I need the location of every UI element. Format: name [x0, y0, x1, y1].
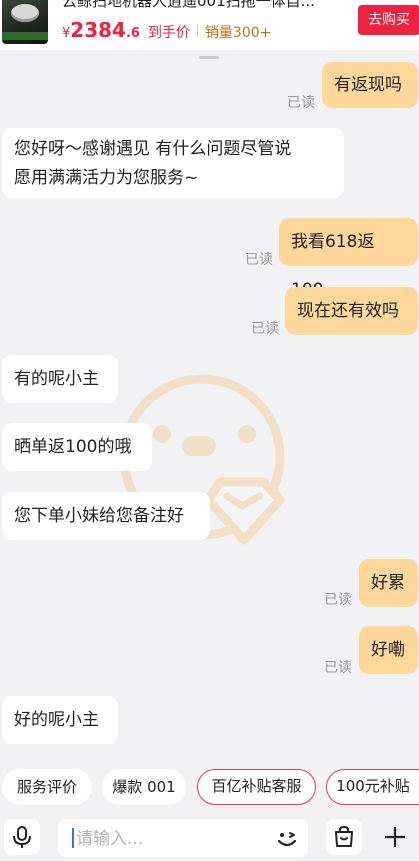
- microphone-icon: [13, 826, 31, 848]
- message-bubble-incoming[interactable]: 好的呢小主: [2, 696, 118, 744]
- message-bubble-outgoing[interactable]: 好累: [359, 559, 418, 607]
- voice-button[interactable]: [4, 819, 40, 855]
- product-price-row: ¥ 2384 .6 到手价 销量300+: [62, 18, 271, 42]
- emoji-wink-icon[interactable]: [274, 825, 300, 851]
- message-bubble-outgoing[interactable]: 好嘞: [359, 626, 418, 674]
- message-bubble-incoming[interactable]: 晒单返100的哦: [2, 423, 152, 471]
- plus-icon: [385, 827, 405, 847]
- quick-reply-chip[interactable]: 爆款 001: [102, 769, 186, 805]
- price-integer: 2384: [70, 18, 126, 42]
- price-currency: ¥: [62, 26, 71, 41]
- order-button[interactable]: [326, 819, 362, 855]
- message-line: 您好呀～感谢遇见 有什么问题尽管说: [14, 139, 292, 159]
- message-line: 愿用满满活力为您服务~: [14, 168, 199, 188]
- message-bubble-outgoing[interactable]: 有返现吗: [322, 62, 418, 108]
- product-title: 云鲸扫地机器人逍遥001扫拖一体自...: [62, 0, 315, 10]
- message-bubble-incoming[interactable]: 您好呀～感谢遇见 有什么问题尽管说 愿用满满活力为您服务~: [2, 128, 344, 198]
- divider: [196, 24, 198, 37]
- read-receipt: 已读: [324, 660, 352, 676]
- read-receipt: 已读: [287, 95, 315, 111]
- message-bubble-outgoing[interactable]: 现在还有效吗: [285, 287, 418, 335]
- read-receipt: 已读: [245, 252, 273, 268]
- read-receipt: 已读: [324, 592, 352, 608]
- message-bubble-incoming[interactable]: 有的呢小主: [2, 355, 118, 403]
- buy-button[interactable]: 去购买: [358, 5, 419, 35]
- collapse-handle[interactable]: [199, 56, 219, 59]
- quick-reply-chip[interactable]: 100元补贴: [326, 769, 419, 805]
- message-input[interactable]: [74, 819, 268, 859]
- message-bubble-outgoing[interactable]: 我看618返100: [279, 218, 418, 300]
- product-card[interactable]: 云鲸扫地机器人逍遥001扫拖一体自... ¥ 2384 .6 到手价 销量300…: [0, 0, 419, 50]
- price-label: 到手价: [147, 25, 190, 41]
- message-bubble-incoming[interactable]: 您下单小妹给您备注好: [2, 492, 210, 540]
- quick-reply-chip[interactable]: 服务评价: [2, 769, 92, 805]
- product-thumbnail[interactable]: [2, 0, 48, 44]
- more-button[interactable]: [377, 819, 413, 855]
- read-receipt: 已读: [251, 321, 279, 337]
- sales-count: 销量300+: [204, 25, 272, 41]
- quick-reply-chip[interactable]: 百亿补贴客服: [197, 769, 316, 805]
- price-decimal: .6: [125, 26, 140, 41]
- message-input-box[interactable]: [58, 819, 308, 859]
- shopping-bag-icon: [335, 825, 353, 847]
